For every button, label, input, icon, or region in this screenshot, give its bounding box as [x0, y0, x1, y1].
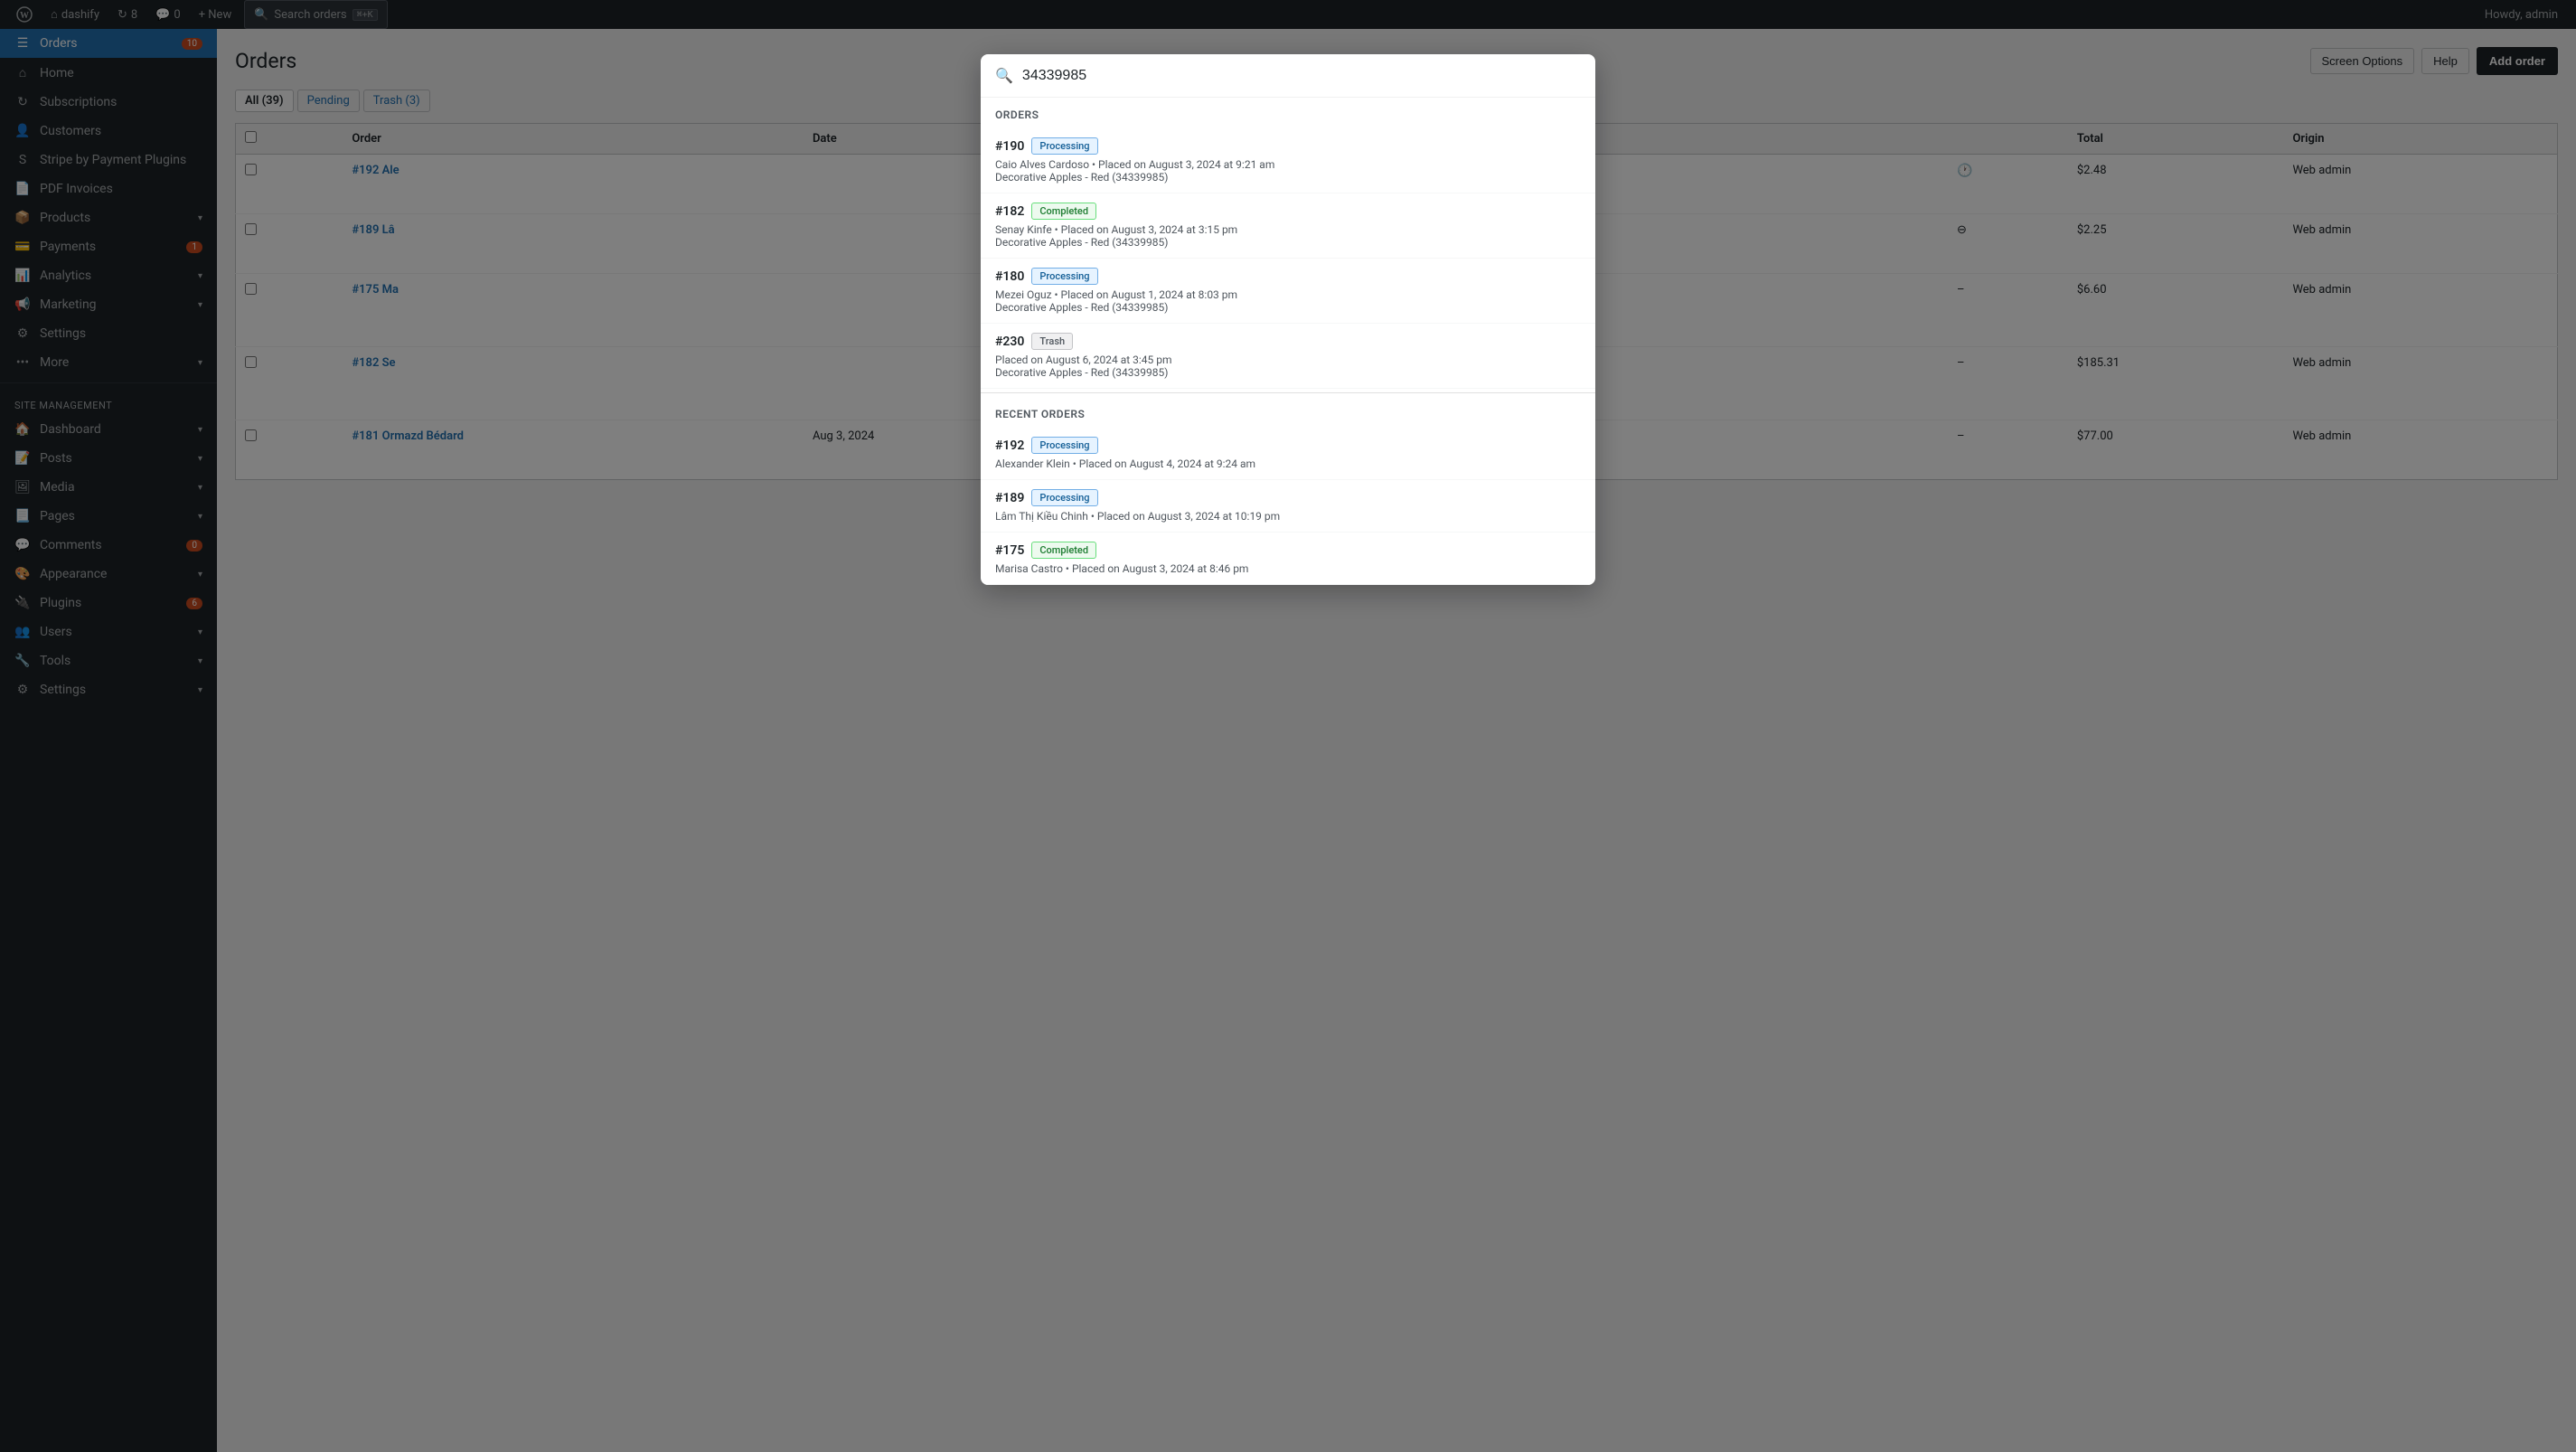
search-modal-icon: 🔍: [995, 67, 1013, 84]
orders-section-title: Orders: [981, 98, 1595, 128]
section-divider: [981, 392, 1595, 393]
search-input-wrap: 🔍: [981, 54, 1595, 98]
search-result-recent-192[interactable]: #192 Processing Alexander Klein • Placed…: [981, 428, 1595, 480]
search-results: Orders #190 Processing Caio Alves Cardos…: [981, 98, 1595, 585]
search-result-180[interactable]: #180 Processing Mezei Oguz • Placed on A…: [981, 259, 1595, 324]
search-result-182[interactable]: #182 Completed Senay Kinfe • Placed on A…: [981, 193, 1595, 259]
search-result-recent-189[interactable]: #189 Processing Lâm Thị Kiều Chinh • Pla…: [981, 480, 1595, 533]
search-overlay[interactable]: 🔍 Orders #190 Processing Caio Alves Card…: [0, 0, 2576, 1452]
search-result-190[interactable]: #190 Processing Caio Alves Cardoso • Pla…: [981, 128, 1595, 193]
search-result-230[interactable]: #230 Trash Placed on August 6, 2024 at 3…: [981, 324, 1595, 389]
search-modal: 🔍 Orders #190 Processing Caio Alves Card…: [981, 54, 1595, 585]
recent-section-title: Recent orders: [981, 397, 1595, 428]
search-result-recent-175[interactable]: #175 Completed Marisa Castro • Placed on…: [981, 533, 1595, 585]
search-modal-input[interactable]: [1022, 68, 1581, 84]
